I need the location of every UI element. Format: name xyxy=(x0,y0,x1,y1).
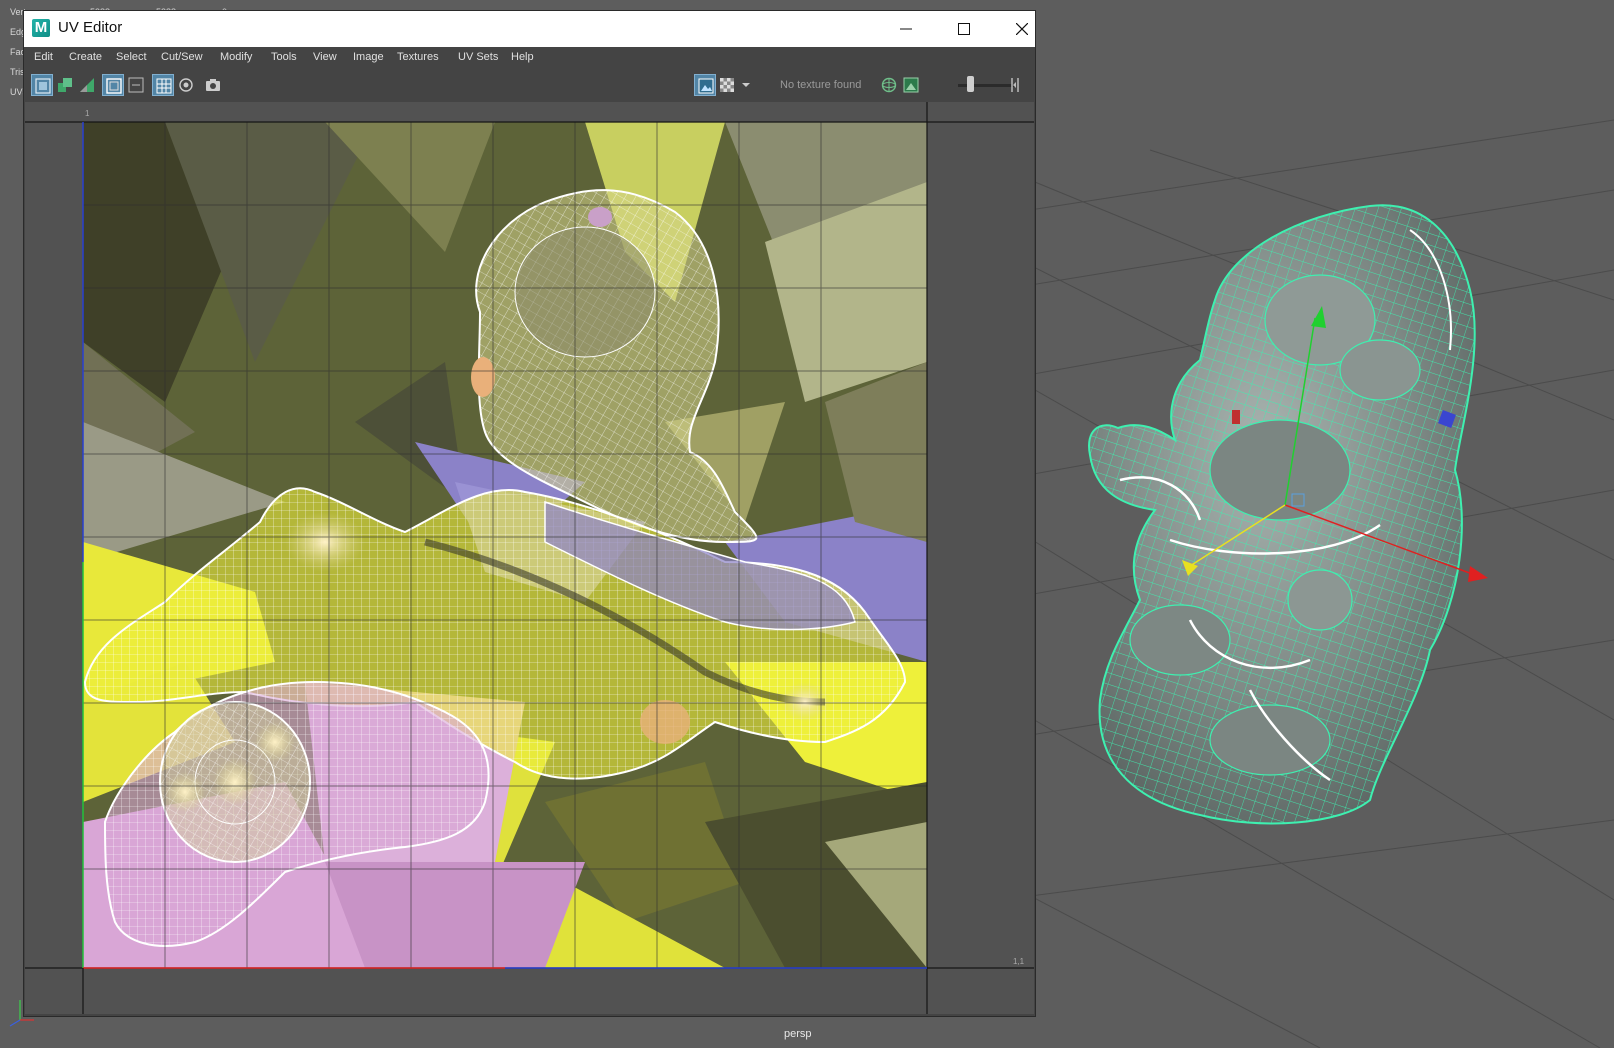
color-swatch-button[interactable] xyxy=(900,74,922,96)
close-icon xyxy=(1016,23,1028,35)
checker-icon xyxy=(720,78,734,92)
swatch-icon xyxy=(903,77,919,93)
snapshot-button[interactable] xyxy=(202,74,224,96)
image-display-toggle[interactable] xyxy=(694,74,716,96)
menu-view[interactable]: View xyxy=(313,51,337,63)
uv-editor-window[interactable]: M UV Editor Edit Create Select Cut/Sew M… xyxy=(23,10,1036,1017)
distortion-icon xyxy=(80,78,94,92)
exposure-slider-handle[interactable] xyxy=(967,76,974,92)
menu-tools[interactable]: Tools xyxy=(271,51,297,63)
menu-uv-sets[interactable]: UV Sets xyxy=(458,51,498,63)
snap-icon xyxy=(179,78,193,92)
menu-modify[interactable]: Modify xyxy=(220,51,252,63)
checker-toggle[interactable] xyxy=(716,74,738,96)
camera-label: persp xyxy=(784,1028,812,1040)
maximize-icon xyxy=(958,23,970,35)
window-title: UV Editor xyxy=(58,19,123,36)
uv-toolbar: No texture found xyxy=(24,71,1035,99)
shaded-uv-icon xyxy=(58,78,72,92)
grid-icon xyxy=(156,78,172,94)
snap-button[interactable] xyxy=(175,74,197,96)
uv-editor-logo-icon: M xyxy=(32,19,50,37)
menu-create[interactable]: Create xyxy=(69,51,102,63)
menu-cut-sew[interactable]: Cut/Sew xyxy=(161,51,203,63)
tick-label-1-1: 1,1 xyxy=(1013,957,1025,966)
image-range-button[interactable] xyxy=(878,74,900,96)
distortion-mode-button[interactable] xyxy=(76,74,98,96)
overlay-icon xyxy=(128,77,144,93)
texture-dropdown-button[interactable] xyxy=(739,74,753,96)
texture-borders-icon xyxy=(106,78,122,94)
pause-icon xyxy=(1011,78,1019,92)
texture-status: No texture found xyxy=(780,79,862,91)
menu-textures[interactable]: Textures xyxy=(397,51,439,63)
menu-image[interactable]: Image xyxy=(353,51,384,63)
tick-label-1: 1 xyxy=(85,109,90,118)
toolbar-more-button[interactable] xyxy=(1006,74,1026,96)
close-button[interactable] xyxy=(993,11,1051,47)
texture-borders-button[interactable] xyxy=(102,74,124,96)
minimize-icon xyxy=(900,28,912,30)
menu-bar: Edit Create Select Cut/Sew Modify Tools … xyxy=(24,47,1035,69)
image-toggle-icon xyxy=(698,78,714,94)
3d-mesh-figure xyxy=(1088,204,1488,825)
menu-help[interactable]: Help xyxy=(511,51,534,63)
uv-texture-space[interactable]: 1 1,1 xyxy=(25,102,1034,1014)
uv-shell-mode-button[interactable] xyxy=(31,74,53,96)
maximize-button[interactable] xyxy=(935,11,993,47)
title-bar[interactable]: M UV Editor xyxy=(24,11,1035,47)
minimize-button[interactable] xyxy=(877,11,935,47)
shade-mode-button[interactable] xyxy=(54,74,76,96)
menu-edit[interactable]: Edit xyxy=(34,51,53,63)
texture-dropdown-icon xyxy=(742,83,750,87)
camera-icon xyxy=(206,79,220,91)
grid-toggle-button[interactable] xyxy=(152,74,174,96)
sphere-icon xyxy=(881,77,897,93)
uv-shell-icon xyxy=(35,78,51,94)
uv-canvas[interactable]: 1 1,1 xyxy=(25,102,1034,1014)
overlay-button[interactable] xyxy=(125,74,147,96)
menu-select[interactable]: Select xyxy=(116,51,147,63)
